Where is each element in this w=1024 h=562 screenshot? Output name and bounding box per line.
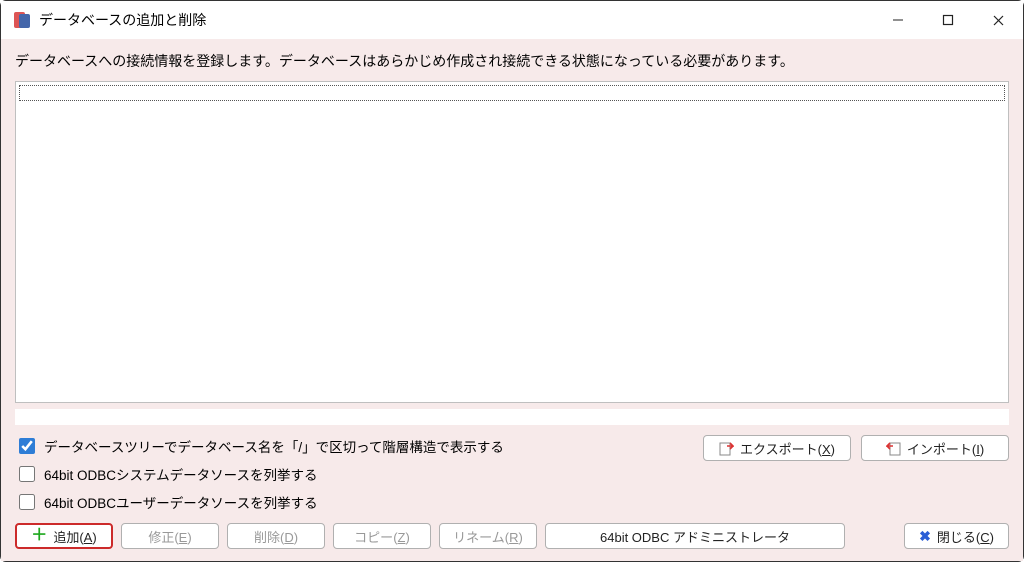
import-button[interactable]: インポート(I) bbox=[861, 435, 1009, 461]
delete-button[interactable]: 削除(D) bbox=[227, 523, 325, 549]
checkbox-label: データベースツリーでデータベース名を「/」で区切って階層構造で表示する bbox=[44, 436, 504, 456]
button-label: エクスポート(X) bbox=[740, 439, 835, 458]
import-icon bbox=[886, 441, 901, 456]
button-label: 64bit ODBC アドミニストレータ bbox=[600, 527, 790, 546]
checkbox-odbc-system-input[interactable] bbox=[19, 466, 35, 482]
export-icon bbox=[719, 441, 734, 456]
maximize-button[interactable] bbox=[923, 1, 973, 39]
instructions-text: データベースへの接続情報を登録します。データベースはあらかじめ作成され接続できる… bbox=[15, 51, 1009, 71]
button-label: 修正(E) bbox=[148, 527, 191, 546]
button-label: コピー(Z) bbox=[354, 527, 410, 546]
checkbox-tree-hierarchy-input[interactable] bbox=[19, 438, 35, 454]
button-label: 追加(A) bbox=[53, 527, 96, 546]
add-button[interactable]: ＋ 追加(A) bbox=[15, 523, 113, 549]
export-button[interactable]: エクスポート(X) bbox=[703, 435, 851, 461]
checkbox-label: 64bit ODBCユーザーデータソースを列挙する bbox=[44, 492, 318, 512]
checkbox-odbc-system[interactable]: 64bit ODBCシステムデータソースを列挙する bbox=[15, 463, 683, 485]
plus-icon: ＋ bbox=[31, 528, 47, 544]
window-controls bbox=[873, 1, 1023, 39]
titlebar: データベースの追加と削除 bbox=[1, 1, 1023, 39]
odbc-admin-button[interactable]: 64bit ODBC アドミニストレータ bbox=[545, 523, 845, 549]
status-bar bbox=[15, 409, 1009, 425]
window-title: データベースの追加と削除 bbox=[39, 10, 206, 30]
copy-button[interactable]: コピー(Z) bbox=[333, 523, 431, 549]
close-dialog-button[interactable]: ✖ 閉じる(C) bbox=[904, 523, 1009, 549]
button-label: 削除(D) bbox=[254, 527, 298, 546]
button-label: リネーム(R) bbox=[453, 527, 523, 546]
checkbox-label: 64bit ODBCシステムデータソースを列挙する bbox=[44, 464, 317, 484]
database-list[interactable] bbox=[15, 81, 1009, 403]
button-label: 閉じる(C) bbox=[937, 527, 994, 546]
close-button[interactable] bbox=[973, 1, 1023, 39]
edit-button[interactable]: 修正(E) bbox=[121, 523, 219, 549]
dialog-content: データベースへの接続情報を登録します。データベースはあらかじめ作成され接続できる… bbox=[1, 39, 1023, 561]
button-label: インポート(I) bbox=[907, 439, 984, 458]
minimize-button[interactable] bbox=[873, 1, 923, 39]
list-row-focused[interactable] bbox=[19, 85, 1005, 101]
checkbox-odbc-user[interactable]: 64bit ODBCユーザーデータソースを列挙する bbox=[15, 491, 683, 513]
checkbox-tree-hierarchy[interactable]: データベースツリーでデータベース名を「/」で区切って階層構造で表示する bbox=[15, 435, 683, 457]
rename-button[interactable]: リネーム(R) bbox=[439, 523, 537, 549]
x-icon: ✖ bbox=[919, 529, 931, 543]
app-icon bbox=[13, 11, 31, 29]
checkbox-odbc-user-input[interactable] bbox=[19, 494, 35, 510]
